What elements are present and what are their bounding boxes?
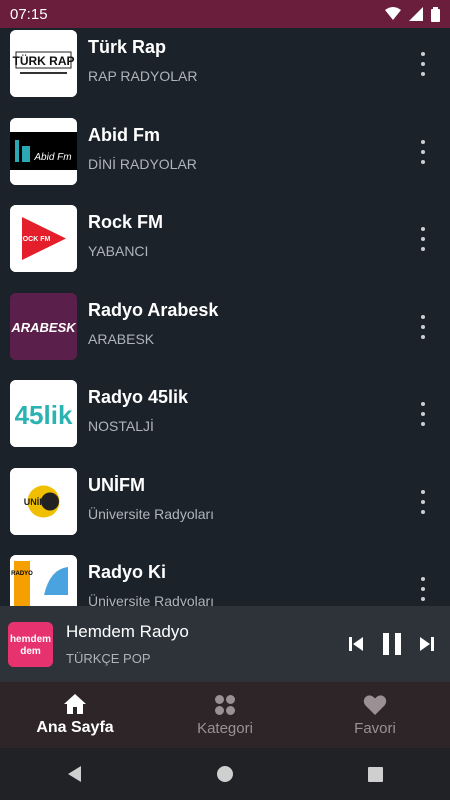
station-logo: ARABESK [10,292,77,360]
station-name: Rock FM [88,212,164,232]
station-row[interactable]: ROCK FM Rock FM YABANCI [0,188,450,276]
station-row[interactable]: TÜRK RAP Türk Rap RAP RADYOLAR [0,28,450,101]
battery-icon [431,6,440,22]
grid-icon [215,694,235,715]
station-category: RAP RADYOLAR [88,68,198,84]
station-logo-text: ROCK FM [18,236,51,243]
now-playing-bar[interactable]: hemdem dem Hemdem Radyo TÜRKÇE POP [0,606,450,682]
station-name: Radyo Arabesk [88,299,219,320]
wifi-icon [385,7,401,20]
tab-home[interactable]: Ana Sayfa [0,682,150,748]
more-options-icon[interactable] [413,402,433,426]
station-list[interactable]: TÜRK RAP Türk Rap RAP RADYOLAR Abid Fm A… [0,28,450,606]
heart-icon [363,694,387,715]
station-row[interactable]: UNİFM UNİFM Üniversite Radyoları [0,451,450,539]
station-name: Radyo Ki [88,562,167,582]
now-playing-title: Hemdem Radyo [66,622,189,641]
station-category: NOSTALJİ [88,418,154,434]
home-icon [64,694,86,714]
station-name: Abid Fm [88,124,160,145]
system-navigation-bar [0,748,450,800]
station-logo-text: ARABESK [10,320,77,335]
pause-icon[interactable] [381,632,403,656]
station-category: ARABESK [88,330,155,347]
station-logo-text: 45lik [15,400,73,430]
now-playing-logo-text: hemdem [10,634,51,645]
station-logo: TÜRK RAP [10,30,77,97]
skip-next-icon[interactable] [418,635,436,653]
now-playing-category: TÜRKÇE POP [66,651,151,666]
tab-home-label: Ana Sayfa [36,719,114,736]
tab-favorites-label: Favori [354,719,396,737]
more-options-icon[interactable] [413,314,433,339]
back-icon[interactable] [66,765,84,783]
station-logo-text: TÜRK RAP [13,53,75,68]
station-row[interactable]: RADYO Radyo Ki Üniversite Radyoları [0,538,450,606]
recents-icon[interactable] [367,766,384,783]
tab-categories[interactable]: Kategori [150,682,300,748]
station-name: Radyo 45lik [88,387,189,407]
status-icons [385,6,440,22]
status-bar: 07:15 [0,0,450,28]
more-options-icon[interactable] [413,139,433,164]
more-options-icon[interactable] [413,52,433,76]
svg-text:dem: dem [20,646,41,657]
tab-favorites[interactable]: Favori [300,682,450,748]
station-row[interactable]: Abid Fm Abid Fm DİNİ RADYOLAR [0,101,450,189]
station-category: DİNİ RADYOLAR [88,155,197,172]
more-options-icon[interactable] [413,577,433,601]
more-options-icon[interactable] [413,227,433,251]
status-time: 07:15 [10,5,48,23]
station-row[interactable]: 45lik Radyo 45lik NOSTALJİ [0,363,450,451]
station-logo: UNİFM [10,467,77,535]
station-category: Üniversite Radyoları [88,593,215,606]
station-logo-text: Abid Fm [33,152,71,163]
tab-categories-label: Kategori [197,719,253,737]
station-logo-text: RADYO [11,571,33,577]
station-name: UNİFM [88,474,145,495]
station-logo: RADYO [10,555,77,606]
now-playing-logo: hemdem dem [8,622,53,667]
station-logo: Abid Fm [10,117,77,185]
station-logo: 45lik [10,380,77,447]
skip-previous-icon[interactable] [347,635,365,653]
station-name: Türk Rap [88,37,167,57]
station-category: Üniversite Radyoları [88,505,215,522]
station-category: YABANCI [88,243,149,259]
station-logo-text: UNİFM [24,497,53,507]
home-button-icon[interactable] [216,765,234,783]
station-row[interactable]: ARABESK Radyo Arabesk ARABESK [0,276,450,364]
more-options-icon[interactable] [413,489,433,514]
station-logo: ROCK FM [10,205,77,272]
bottom-navigation: Ana Sayfa Kategori Favori [0,682,450,748]
signal-icon [409,7,423,21]
